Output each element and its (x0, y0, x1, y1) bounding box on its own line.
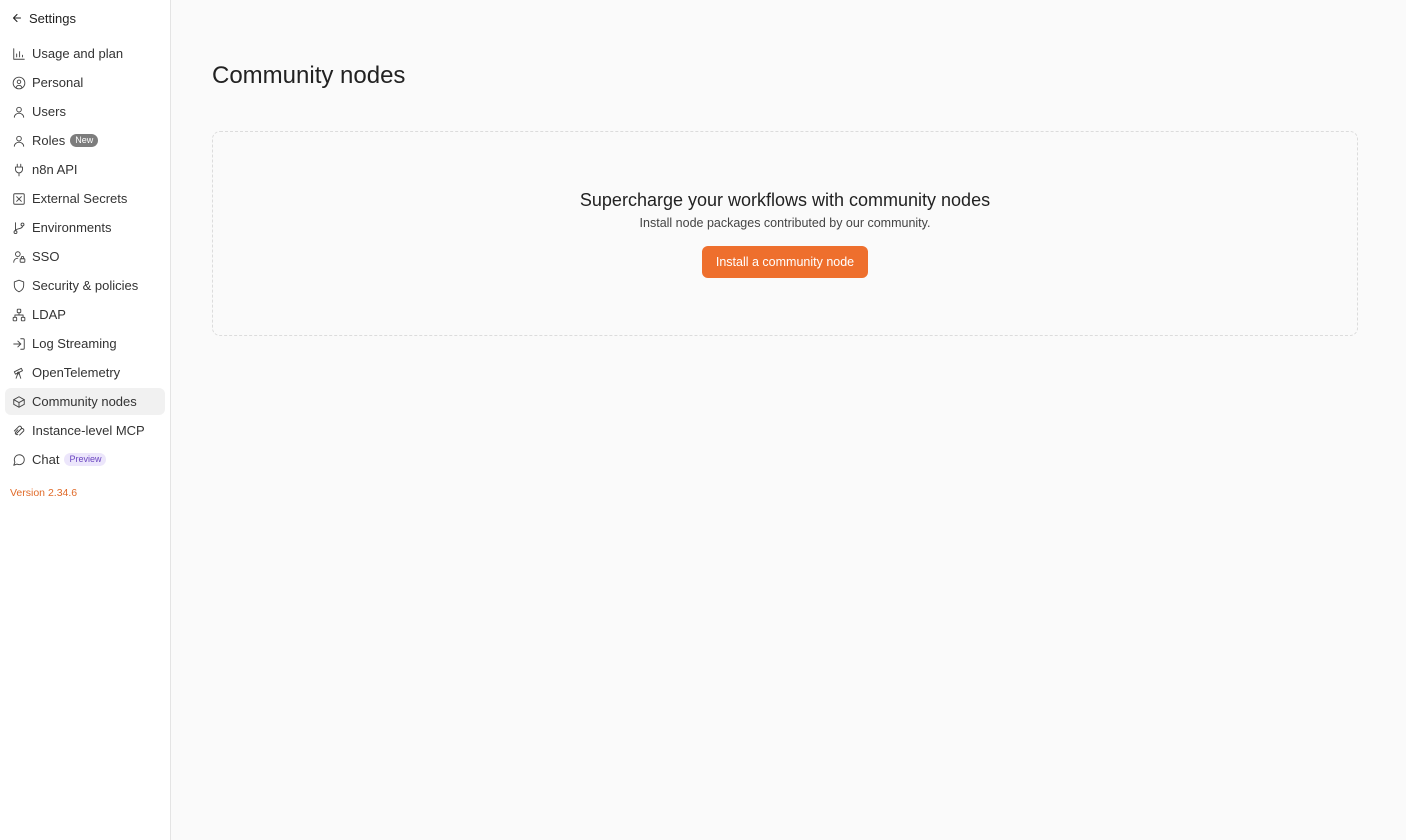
back-label: Settings (29, 10, 76, 26)
sidebar-item-roles[interactable]: Roles New (5, 127, 165, 154)
plug-icon (12, 163, 26, 177)
sidebar-item-log-streaming[interactable]: Log Streaming (5, 330, 165, 357)
preview-badge: Preview (64, 453, 107, 466)
sidebar-item-label: Log Streaming (32, 336, 117, 351)
box-icon (12, 395, 26, 409)
sidebar-item-chat[interactable]: Chat Preview (5, 446, 165, 473)
sidebar-item-label: OpenTelemetry (32, 365, 121, 380)
community-nodes-empty-state: Supercharge your workflows with communit… (212, 131, 1358, 336)
sidebar-item-environments[interactable]: Environments (5, 214, 165, 241)
sidebar-item-usage-and-plan[interactable]: Usage and plan (5, 40, 165, 67)
user-circle-icon (12, 76, 26, 90)
sidebar-item-label: LDAP (32, 307, 66, 322)
sidebar-item-users[interactable]: Users (5, 98, 165, 125)
sidebar-item-external-secrets[interactable]: External Secrets (5, 185, 165, 212)
sidebar-item-instance-level-mcp[interactable]: Instance-level MCP (5, 417, 165, 444)
sidebar-item-community-nodes[interactable]: Community nodes (5, 388, 165, 415)
user-icon (12, 105, 26, 119)
sidebar-item-label: Environments (32, 220, 112, 235)
back-to-settings-button[interactable]: Settings (0, 8, 170, 28)
log-in-icon (12, 337, 26, 351)
empty-state-heading: Supercharge your workflows with communit… (579, 190, 991, 210)
sidebar-item-label: Instance-level MCP (32, 423, 145, 438)
main-content: Community nodes Supercharge your workflo… (171, 0, 1406, 840)
sidebar-item-sso[interactable]: SSO (5, 243, 165, 270)
sidebar-item-label: External Secrets (32, 191, 128, 206)
install-community-node-button[interactable]: Install a community node (701, 246, 869, 278)
user-icon (12, 134, 26, 148)
new-badge: New (70, 134, 99, 147)
sidebar-item-label: Personal (32, 75, 84, 90)
sidebar-item-personal[interactable]: Personal (5, 69, 165, 96)
sidebar-item-label: SSO (32, 249, 60, 264)
sidebar-item-label: Users (32, 104, 66, 119)
settings-sidebar: Settings Usage and plan Personal Users R… (0, 0, 171, 840)
message-circle-icon (12, 453, 26, 467)
sidebar-item-label: Usage and plan (32, 46, 124, 61)
arrow-left-icon (12, 13, 22, 23)
sidebar-item-label: n8n API (32, 162, 78, 177)
sidebar-item-label: Community nodes (32, 394, 137, 409)
shield-icon (12, 279, 26, 293)
mcp-icon (12, 424, 26, 438)
sidebar-item-label: Chat (32, 452, 60, 467)
sidebar-item-ldap[interactable]: LDAP (5, 301, 165, 328)
network-icon (12, 308, 26, 322)
user-lock-icon (12, 250, 26, 264)
bar-chart-icon (12, 47, 26, 61)
empty-state-description: Install node packages contributed by our… (639, 216, 931, 230)
sidebar-item-label: Roles (32, 133, 66, 148)
git-branch-icon (12, 221, 26, 235)
sidebar-item-n8n-api[interactable]: n8n API (5, 156, 165, 183)
vault-icon (12, 192, 26, 206)
page-title: Community nodes (212, 62, 406, 89)
telescope-icon (12, 366, 26, 380)
sidebar-item-security-policies[interactable]: Security & policies (5, 272, 165, 299)
version-label[interactable]: Version 2.34.6 (0, 487, 170, 499)
sidebar-item-opentelemetry[interactable]: OpenTelemetry (5, 359, 165, 386)
sidebar-item-label: Security & policies (32, 278, 139, 293)
